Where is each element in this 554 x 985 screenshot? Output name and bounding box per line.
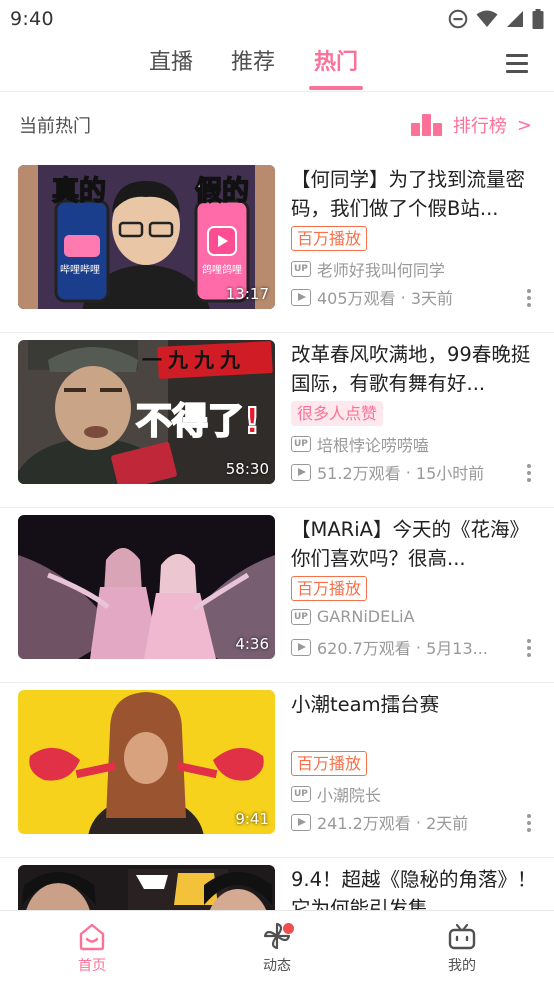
status-bar: 9:40 <box>0 0 554 38</box>
video-card[interactable]: 真的 假的 哔哩哔哩 鸽哩鸽哩 13:17 【何同学】为了找到流量密码，我们做了… <box>0 158 554 333</box>
play-count-icon <box>291 813 311 831</box>
video-feed: 真的 假的 哔哩哔哩 鸽哩鸽哩 13:17 【何同学】为了找到流量密码，我们做了… <box>0 158 554 985</box>
video-duration: 13:17 <box>225 285 269 303</box>
video-thumbnail[interactable]: 9:41 <box>18 690 275 834</box>
tab-recommend[interactable]: 推荐 <box>229 46 277 90</box>
uploader-name: 小潮院长 <box>316 786 381 805</box>
video-title[interactable]: 【何同学】为了找到流量密码，我们做了个假B站... <box>291 165 539 223</box>
play-count-icon <box>291 463 311 481</box>
nav-home[interactable]: 首页 <box>52 921 132 975</box>
video-title[interactable]: 小潮team擂台赛 <box>291 690 539 748</box>
thumb-overlay-text: 假的 <box>194 175 250 208</box>
publish-time: 15小时前 <box>415 464 485 483</box>
video-duration: 4:36 <box>235 635 269 653</box>
video-badge: 百万播放 <box>291 226 368 251</box>
uploader-row[interactable]: UP 老师好我叫何同学 <box>291 257 511 281</box>
nav-dynamic[interactable]: 动态 <box>237 921 317 975</box>
menu-icon[interactable] <box>506 52 530 76</box>
stats-row: 405万观看 · 3天前 <box>291 285 511 309</box>
video-duration: 58:30 <box>225 460 269 478</box>
video-info: 【MARiA】今天的《花海》你们喜欢吗？很高... 百万播放 UP GARNiD… <box>291 515 539 659</box>
video-badge: 很多人点赞 <box>291 401 384 426</box>
up-icon: UP <box>291 261 311 277</box>
uploader-row[interactable]: UP 培根悖论唠唠嗑 <box>291 432 511 456</box>
play-count-icon <box>291 638 311 656</box>
video-title[interactable]: 【MARiA】今天的《花海》你们喜欢吗？很高... <box>291 515 539 573</box>
thumb-overlay-text: 哔哩哔哩 <box>60 265 100 276</box>
status-time: 9:40 <box>10 8 54 30</box>
play-count-icon <box>291 288 311 306</box>
up-icon: UP <box>291 608 311 625</box>
view-count: 51.2万观看 <box>317 464 401 483</box>
video-thumbnail[interactable]: 一九九九 不得了! 58:30 <box>18 340 275 484</box>
publish-time: 3天前 <box>410 289 453 308</box>
section-header: 当前热门 排行榜 > <box>0 92 554 158</box>
home-tv-icon <box>79 923 105 951</box>
video-thumbnail[interactable]: 4:36 <box>18 515 275 659</box>
view-count: 241.2万观看 <box>317 814 411 833</box>
video-badge: 百万播放 <box>291 751 368 776</box>
uploader-name: 培根悖论唠唠嗑 <box>316 436 429 455</box>
nav-mine[interactable]: 我的 <box>422 921 502 975</box>
nav-label: 我的 <box>448 958 476 974</box>
more-options-icon[interactable] <box>519 639 539 659</box>
thumb-overlay-text: 鸽哩鸽哩 <box>202 265 242 276</box>
ranking-label: 排行榜 <box>452 116 507 137</box>
ranking-bars-icon <box>410 114 443 136</box>
more-options-icon[interactable] <box>519 464 539 484</box>
chevron-right-icon: > <box>516 114 532 136</box>
bottom-nav: 首页 动态 我的 <box>0 910 554 985</box>
thumb-overlay-text: 一九九九 <box>142 348 246 372</box>
video-duration: 9:41 <box>235 810 269 828</box>
more-options-icon[interactable] <box>519 289 539 309</box>
wifi-icon <box>476 10 498 27</box>
up-icon: UP <box>291 436 311 452</box>
video-badge: 百万播放 <box>291 576 368 601</box>
video-info: 改革春风吹满地，99春晚挺国际，有歌有舞有好... 很多人点赞 UP 培根悖论唠… <box>291 340 539 484</box>
more-options-icon[interactable] <box>519 814 539 834</box>
do-not-disturb-icon <box>448 9 468 29</box>
section-title: 当前热门 <box>19 116 91 137</box>
publish-time: 2天前 <box>426 814 469 833</box>
thumb-overlay-text: 不得了! <box>135 400 261 443</box>
up-icon: UP <box>291 786 311 802</box>
view-count: 405万观看 <box>317 289 396 308</box>
battery-icon <box>532 9 544 29</box>
video-thumbnail[interactable]: 真的 假的 哔哩哔哩 鸽哩鸽哩 13:17 <box>18 165 275 309</box>
top-tab-bar: 直播 推荐 热门 <box>0 38 554 92</box>
nav-label: 动态 <box>263 958 291 974</box>
video-card[interactable]: 4:36 【MARiA】今天的《花海》你们喜欢吗？很高... 百万播放 UP G… <box>0 508 554 683</box>
ranking-link[interactable]: 排行榜 > <box>410 112 532 138</box>
uploader-row[interactable]: UP 小潮院长 <box>291 782 511 806</box>
uploader-name: 老师好我叫何同学 <box>316 261 445 280</box>
video-title[interactable]: 改革春风吹满地，99春晚挺国际，有歌有舞有好... <box>291 340 539 398</box>
thumb-overlay-text: 真的 <box>51 175 107 208</box>
video-info: 小潮team擂台赛 百万播放 UP 小潮院长 241.2万观看 · 2天前 <box>291 690 539 834</box>
view-count: 620.7万观看 <box>317 639 411 658</box>
stats-row: 620.7万观看 · 5月13... <box>291 635 511 659</box>
publish-time: 5月13... <box>426 639 488 658</box>
uploader-row[interactable]: UP GARNiDELiA <box>291 607 511 626</box>
status-icons <box>448 9 544 29</box>
tab-hot[interactable]: 热门 <box>309 46 363 90</box>
video-card[interactable]: 9:41 小潮team擂台赛 百万播放 UP 小潮院长 241.2万观看 · 2… <box>0 683 554 858</box>
notification-dot <box>283 923 294 934</box>
stats-row: 241.2万观看 · 2天前 <box>291 810 511 834</box>
tv-face-icon <box>448 923 476 950</box>
video-info: 【何同学】为了找到流量密码，我们做了个假B站... 百万播放 UP 老师好我叫何… <box>291 165 539 309</box>
stats-row: 51.2万观看 · 15小时前 <box>291 460 511 484</box>
nav-label: 首页 <box>78 958 106 974</box>
tab-live[interactable]: 直播 <box>147 46 195 90</box>
uploader-name: GARNiDELiA <box>316 607 415 626</box>
signal-icon <box>507 11 523 27</box>
video-card[interactable]: 一九九九 不得了! 58:30 改革春风吹满地，99春晚挺国际，有歌有舞有好..… <box>0 333 554 508</box>
